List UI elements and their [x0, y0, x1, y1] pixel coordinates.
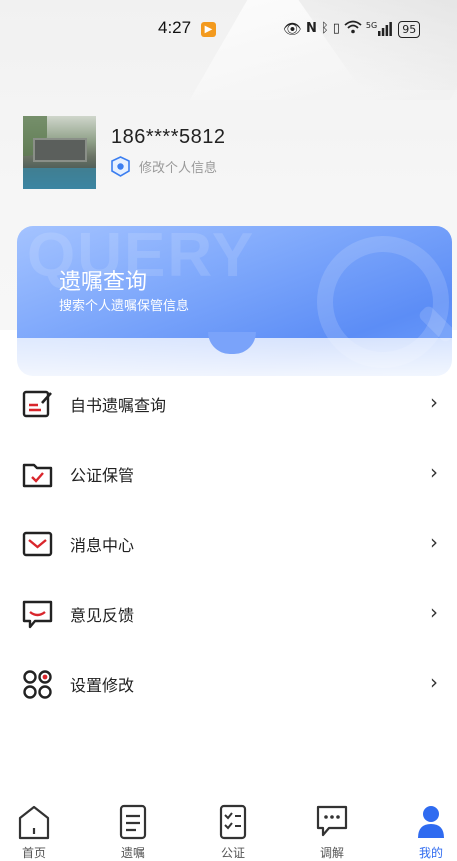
eye-icon: 👁 [283, 20, 303, 38]
chevron-right-icon: › [430, 530, 438, 554]
chat-icon [315, 804, 349, 840]
menu-item-feedback[interactable]: 意见反馈 › [0, 578, 457, 648]
tab-label: 公证 [220, 846, 245, 860]
chevron-right-icon: › [430, 390, 438, 414]
tab-mediation[interactable]: 调解 [302, 804, 362, 860]
menu-label: 公证保管 [70, 466, 135, 485]
wifi-icon [344, 19, 362, 39]
menu-item-settings[interactable]: 设置修改 › [0, 648, 457, 718]
mail-icon [22, 529, 54, 559]
tab-label: 首页 [21, 846, 46, 860]
menu-label: 意见反馈 [70, 606, 135, 625]
document-edit-icon [22, 389, 54, 419]
status-icons: 👁 N ᛒ ▯ 5G 95 [283, 18, 421, 40]
notification-app-icon: ▶ [201, 22, 216, 37]
chevron-right-icon: › [430, 460, 438, 484]
document-icon [116, 804, 150, 840]
chevron-right-icon: › [430, 600, 438, 624]
tab-home[interactable]: 首页 [4, 804, 64, 860]
menu-item-notary-custody[interactable]: 公证保管 › [0, 438, 457, 508]
avatar[interactable] [23, 116, 96, 189]
tab-will[interactable]: 遗嘱 [103, 804, 163, 860]
vibrate-icon: ▯ [332, 21, 340, 36]
tab-label: 遗嘱 [120, 846, 145, 860]
folder-check-icon [22, 459, 54, 489]
shield-icon [111, 155, 130, 177]
menu-label: 自书遗嘱查询 [70, 396, 167, 415]
signal-label: 5G [365, 21, 378, 30]
menu-label: 消息中心 [70, 536, 135, 555]
edit-profile-link[interactable]: 修改个人信息 [111, 154, 217, 178]
status-time: 4:27 [158, 18, 192, 37]
user-phone: 186****5812 [111, 126, 226, 148]
signal-icon: 5G [365, 21, 393, 36]
tab-label: 调解 [319, 846, 344, 860]
menu-label: 设置修改 [70, 676, 135, 695]
tab-mine[interactable]: 我的 [401, 804, 457, 860]
user-icon [414, 804, 448, 840]
checklist-icon [216, 804, 250, 840]
chevron-right-icon: › [430, 670, 438, 694]
home-icon [17, 804, 51, 840]
battery-indicator: 95 [398, 20, 421, 38]
feedback-icon [22, 599, 54, 629]
banner-title: 遗嘱查询 [59, 270, 148, 295]
menu-list: 自书遗嘱查询 › 公证保管 › 消息中心 › 意见反馈 › 设置修改 › [0, 368, 457, 718]
nfc-icon: N [306, 21, 317, 36]
settings-grid-icon [22, 669, 54, 699]
menu-item-messages[interactable]: 消息中心 › [0, 508, 457, 578]
tab-notary[interactable]: 公证 [203, 804, 263, 860]
bluetooth-icon: ᛒ [320, 21, 329, 36]
edit-profile-label: 修改个人信息 [139, 160, 218, 176]
tab-label: 我的 [418, 846, 443, 860]
status-bar: 4:27 ▶ 👁 N ᛒ ▯ 5G 95 [0, 14, 457, 44]
menu-item-will-query[interactable]: 自书遗嘱查询 › [0, 368, 457, 438]
bottom-tab-bar: 首页 遗嘱 公证 调解 我的 [0, 796, 457, 860]
banner-subtitle: 搜索个人遗嘱保管信息 [59, 299, 190, 314]
